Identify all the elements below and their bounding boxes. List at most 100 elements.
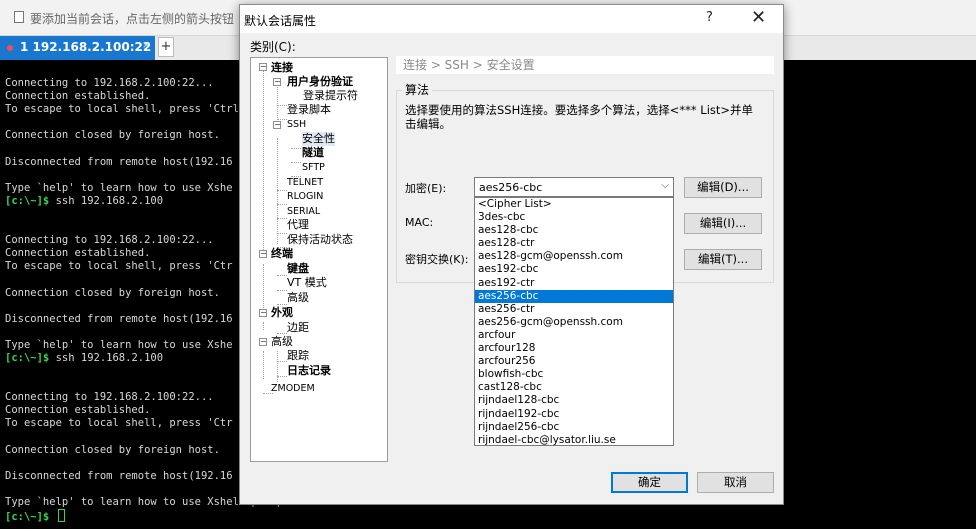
tree-toggle-icon[interactable] [259, 63, 267, 71]
terminal-line-text: To escape to local shell, press 'Ctr [5, 417, 233, 430]
terminal-line-text: Type `help' to learn how to use Xshe [5, 338, 233, 351]
tree-toggle-icon[interactable] [259, 338, 267, 346]
tree-item-proxy[interactable]: 代理 [287, 218, 309, 232]
cipher-option[interactable]: rijndael256-cbc [475, 421, 673, 434]
terminal-line-text: Connection established. [5, 404, 151, 417]
algorithm-description: 选择要使用的算法SSH连接。要选择多个算法，选择<*** List>并单击编辑。 [405, 103, 754, 131]
cipher-option[interactable]: aes128-ctr [475, 237, 673, 250]
terminal-line-text: To escape to local shell, press 'Ctrl [5, 103, 239, 116]
terminal-prompt: [c:\~]$ [5, 194, 50, 207]
cipher-option[interactable]: aes192-cbc [475, 263, 673, 276]
terminal-line-text: Connection closed by foreign host. [5, 443, 220, 456]
tab-session-label: 1 192.168.2.100:22 [20, 40, 152, 54]
tree-toggle-icon[interactable] [273, 78, 281, 86]
cipher-option[interactable]: aes192-ctr [475, 277, 673, 290]
tree-item-vt-modes[interactable]: VT 模式 [287, 276, 327, 290]
terminal-line-text: ssh 192.168.2.100 [49, 351, 164, 364]
tree-item-margins[interactable]: 边距 [287, 321, 309, 335]
session-hint-text: 要添加当前会话，点击左侧的箭头按钮 [30, 12, 235, 26]
terminal-line-text: ssh 192.168.2.100 [49, 194, 164, 207]
terminal-line-text: To escape to local shell, press 'Ctr [5, 260, 233, 273]
cipher-option[interactable]: rijndael128-cbc [475, 394, 673, 407]
tree-item-advanced[interactable]: 高级 [271, 335, 293, 349]
tree-toggle-icon[interactable] [259, 309, 267, 317]
tree-item-login-scripts[interactable]: 登录脚本 [287, 103, 331, 117]
terminal-line-text: Connection closed by foreign host. [5, 129, 220, 142]
cipher-option[interactable]: blowfish-cbc [475, 368, 673, 381]
kex-edit-button[interactable]: 编辑(T)... [684, 249, 762, 270]
tree-item-zmodem[interactable]: ZMODEM [271, 382, 315, 396]
tree-item-telnet[interactable]: TELNET [287, 176, 323, 190]
kex-label: 密钥交换(K): [405, 253, 469, 266]
add-session-arrow-icon[interactable] [14, 11, 24, 23]
tree-item-terminal[interactable]: 终端 [271, 247, 293, 261]
terminal-line-text: Connecting to 192.168.2.100:22... [5, 77, 214, 89]
cipher-option[interactable]: arcfour128 [475, 342, 673, 355]
tree-item-keep-alive[interactable]: 保持活动状态 [287, 233, 353, 247]
terminal-line-text: Connection established. [5, 90, 151, 103]
tree-item-terminal-advanced[interactable]: 高级 [287, 291, 309, 305]
encryption-select[interactable]: aes256-cbc ⌵ [474, 177, 674, 197]
tree-item-serial[interactable]: SERIAL [287, 205, 320, 219]
tree-item-security[interactable]: 安全性 [302, 132, 335, 146]
terminal-line-text: Disconnected from remote host(192.16 [5, 155, 233, 168]
tree-toggle-icon[interactable] [273, 121, 281, 129]
terminal-line-text: Connecting to 192.168.2.100:22... [5, 234, 214, 247]
tab-close-icon[interactable]: × [142, 40, 150, 51]
terminal-cursor [57, 509, 65, 523]
tree-toggle-icon[interactable] [259, 250, 267, 258]
ok-button[interactable]: 确定 [611, 472, 688, 493]
tree-item-tunneling[interactable]: 隧道 [302, 146, 324, 160]
tree-item-login-prompts[interactable]: 登录提示符 [303, 89, 358, 103]
terminal-prompt: [c:\~]$ [5, 351, 50, 364]
algorithm-group-title: 算法 [402, 81, 433, 98]
tree-item-sftp[interactable]: SFTP [302, 161, 325, 175]
cipher-option[interactable]: aes256-ctr [475, 303, 673, 316]
session-properties-dialog: 默认会话属性 ? ✕ 类别(C): 连接 用户身份验证 登录提示符 [239, 4, 784, 505]
mac-label: MAC: [405, 216, 434, 229]
tree-item-rlogin[interactable]: RLOGIN [287, 190, 323, 204]
new-tab-button[interactable]: + [158, 37, 174, 57]
terminal-line: [c:\~]$ [5, 509, 296, 524]
encryption-select-value: aes256-cbc [479, 181, 543, 194]
dialog-titlebar: 默认会话属性 ? ✕ [240, 5, 783, 33]
encryption-label: 加密(E): [405, 182, 447, 195]
cancel-button[interactable]: 取消 [697, 472, 774, 493]
cipher-option[interactable]: arcfour [475, 329, 673, 342]
tree-item-appearance[interactable]: 外观 [271, 306, 293, 320]
chevron-down-icon[interactable]: ⌵ [661, 180, 669, 191]
tab-session-active[interactable]: 1 192.168.2.100:22 × [0, 36, 155, 60]
tree-item-keyboard[interactable]: 键盘 [287, 262, 309, 276]
cipher-dropdown-list[interactable]: <Cipher List> 3des-cbc aes128-cbc aes128-ct… [474, 197, 674, 446]
cipher-option[interactable]: 3des-cbc [475, 211, 673, 224]
cipher-option[interactable]: aes128-cbc [475, 224, 673, 237]
terminal-line-text: Disconnected from remote host(192.16 [5, 312, 233, 325]
category-label: 类别(C): [250, 40, 296, 54]
status-dot-icon [7, 45, 13, 51]
terminal-line-text [49, 511, 55, 523]
cipher-option[interactable]: aes256-gcm@openssh.com [475, 316, 673, 329]
cipher-option[interactable]: aes256-cbc [475, 289, 673, 303]
mac-edit-button[interactable]: 编辑(I)... [684, 213, 762, 234]
close-icon[interactable]: ✕ [751, 7, 766, 28]
category-tree[interactable]: 连接 用户身份验证 登录提示符 登录脚本 SSH 安全性 隧道 SFTP TEL… [250, 57, 388, 462]
encryption-edit-button[interactable]: 编辑(D)... [684, 177, 762, 198]
terminal-line-text: Connection closed by foreign host. [5, 286, 220, 299]
tree-item-ssh[interactable]: SSH [287, 118, 306, 132]
help-button[interactable]: ? [706, 10, 713, 25]
tree-item-user-auth[interactable]: 用户身份验证 [287, 75, 353, 89]
cipher-option[interactable]: aes128-gcm@openssh.com [475, 250, 673, 263]
terminal-prompt: [c:\~]$ [5, 511, 50, 524]
terminal-line-text: Connecting to 192.168.2.100:22... [5, 391, 214, 404]
cipher-option[interactable]: <Cipher List> [475, 198, 673, 211]
cipher-option[interactable]: rijndael192-cbc [475, 408, 673, 421]
cipher-option[interactable]: cast128-cbc [475, 381, 673, 394]
tree-item-logging[interactable]: 日志记录 [287, 364, 331, 378]
terminal-line-text: Type `help' to learn how to use Xshe [5, 181, 233, 194]
dialog-title: 默认会话属性 [244, 14, 317, 28]
cipher-option[interactable]: arcfour256 [475, 355, 673, 368]
tree-item-connection[interactable]: 连接 [271, 61, 293, 75]
tree-item-trace[interactable]: 跟踪 [287, 349, 309, 363]
terminal-line-text: Connection established. [5, 247, 151, 260]
cipher-option[interactable]: rijndael-cbc@lysator.liu.se [475, 434, 673, 447]
